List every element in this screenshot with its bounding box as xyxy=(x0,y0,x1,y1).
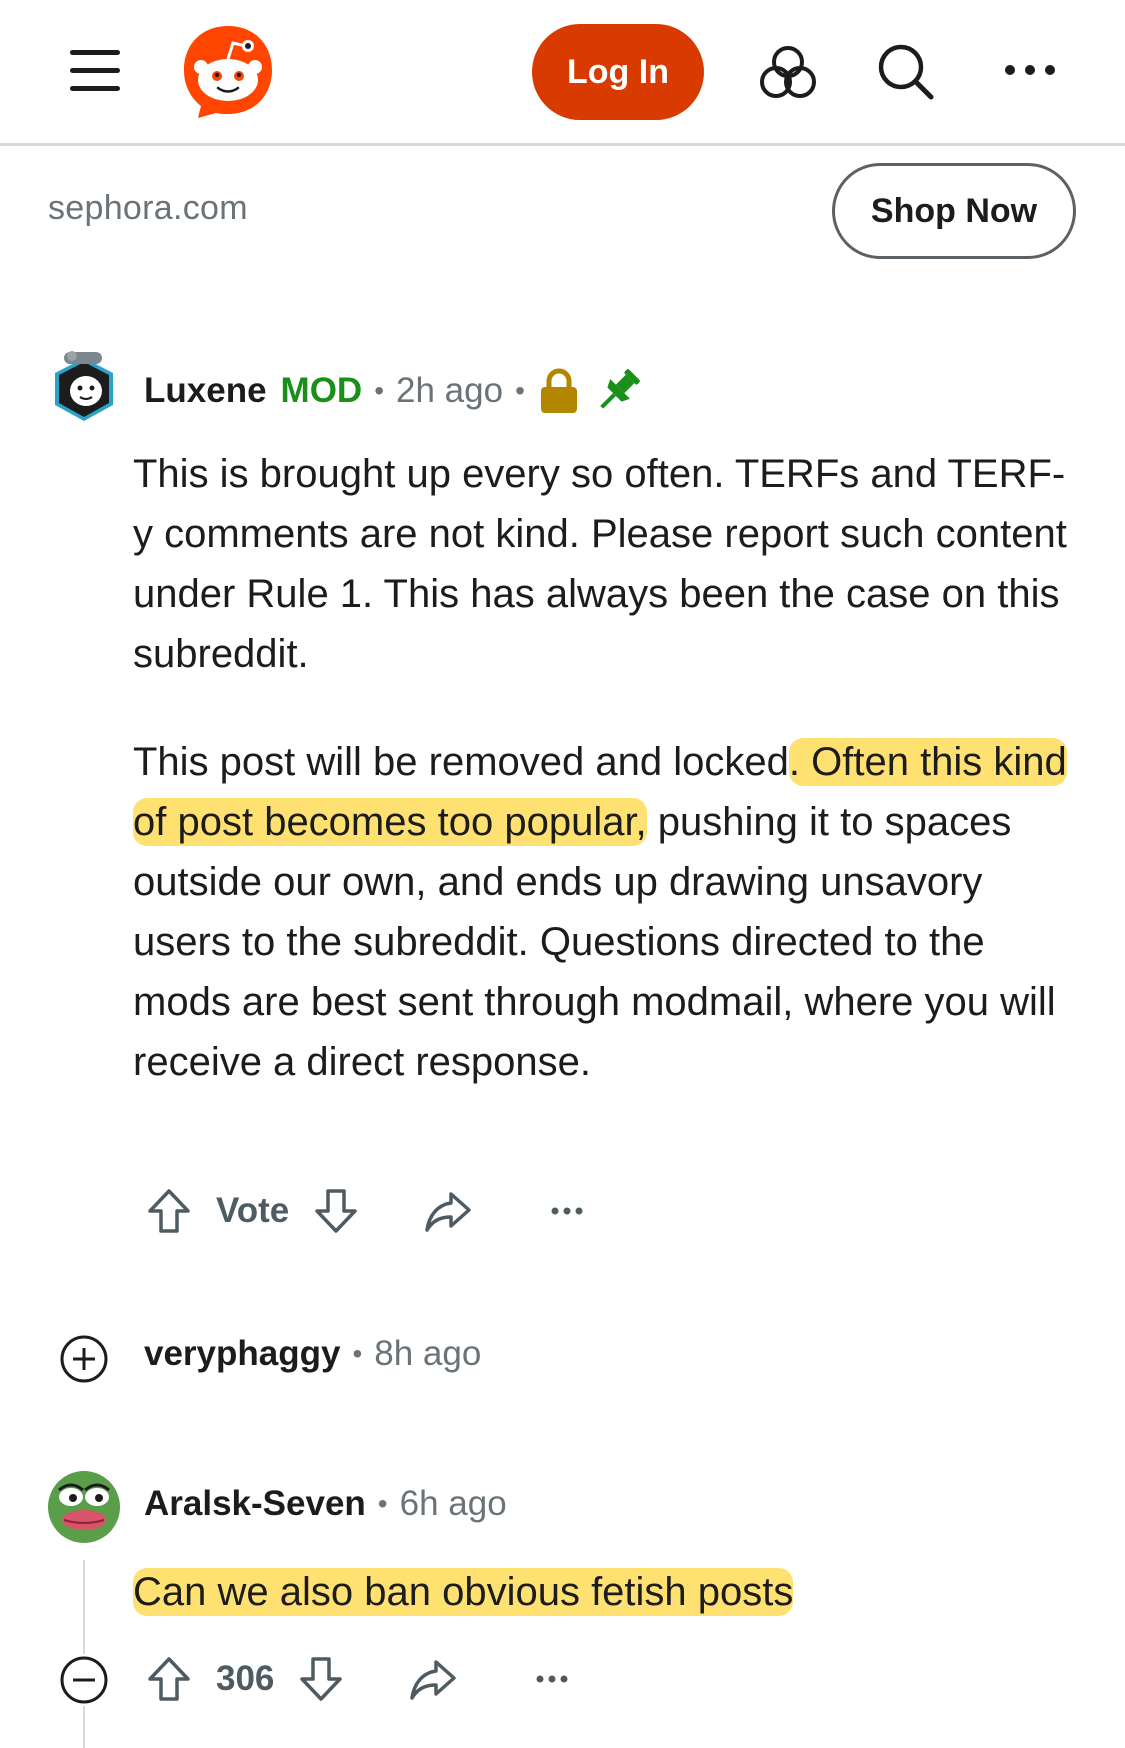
username[interactable]: Aralsk-Seven xyxy=(144,1484,366,1524)
more-options-icon[interactable] xyxy=(1002,58,1058,82)
downvote-icon[interactable] xyxy=(311,1186,361,1236)
collapse-thread-icon[interactable] xyxy=(58,1654,110,1706)
separator-dot: • xyxy=(377,1488,388,1519)
lock-icon xyxy=(540,368,577,413)
separator-dot: • xyxy=(374,375,385,406)
reddit-logo[interactable] xyxy=(178,20,278,120)
top-navigation-bar: Log In xyxy=(0,0,1125,146)
expand-thread-icon[interactable] xyxy=(58,1333,110,1385)
timestamp: 2h ago xyxy=(396,371,504,410)
vote-label: Vote xyxy=(216,1191,290,1230)
downvote-icon[interactable] xyxy=(296,1654,346,1704)
comment-text: This post will be removed and locked xyxy=(133,740,789,784)
log-in-button[interactable]: Log In xyxy=(532,24,704,120)
comment-meta: Luxene MOD • 2h ago • xyxy=(144,366,643,416)
comment-meta: Aralsk-Seven • 6h ago xyxy=(144,1484,507,1524)
share-icon[interactable] xyxy=(423,1186,473,1236)
timestamp: 8h ago xyxy=(374,1334,482,1373)
upvote-icon[interactable] xyxy=(144,1186,194,1236)
shop-now-button[interactable]: Shop Now xyxy=(832,163,1076,259)
ad-domain[interactable]: sephora.com xyxy=(48,189,248,228)
highlighted-text: Can we also ban obvious fetish posts xyxy=(133,1568,794,1616)
apps-icon[interactable] xyxy=(758,44,818,100)
vote-score: 306 xyxy=(216,1659,275,1698)
search-icon[interactable] xyxy=(876,42,936,102)
comment-paragraph: This is brought up every so often. TERFs… xyxy=(133,452,1067,676)
upvote-icon[interactable] xyxy=(144,1654,194,1704)
pin-icon xyxy=(600,369,640,409)
username[interactable]: veryphaggy xyxy=(144,1334,340,1374)
mod-badge: MOD xyxy=(280,371,363,410)
comment-actions: Vote xyxy=(144,1186,585,1236)
separator-dot: • xyxy=(515,375,525,406)
comment-body: This is brought up every so often. TERFs… xyxy=(133,444,1083,1092)
avatar[interactable] xyxy=(50,348,118,424)
comment-paragraph: This post will be removed and locked. Of… xyxy=(133,732,1083,1092)
username[interactable]: Luxene xyxy=(144,371,267,411)
timestamp: 6h ago xyxy=(399,1484,507,1523)
menu-icon[interactable] xyxy=(66,46,122,94)
separator-dot: • xyxy=(352,1338,363,1369)
share-icon[interactable] xyxy=(408,1654,458,1704)
comment-body: Can we also ban obvious fetish posts xyxy=(133,1562,1083,1622)
comment-meta: veryphaggy • 8h ago xyxy=(144,1334,481,1374)
promoted-ad-row: sephora.com Shop Now xyxy=(0,149,1125,269)
more-icon[interactable] xyxy=(534,1673,570,1685)
comment-actions: 306 xyxy=(144,1654,570,1704)
avatar[interactable] xyxy=(47,1470,121,1544)
more-icon[interactable] xyxy=(549,1205,585,1217)
